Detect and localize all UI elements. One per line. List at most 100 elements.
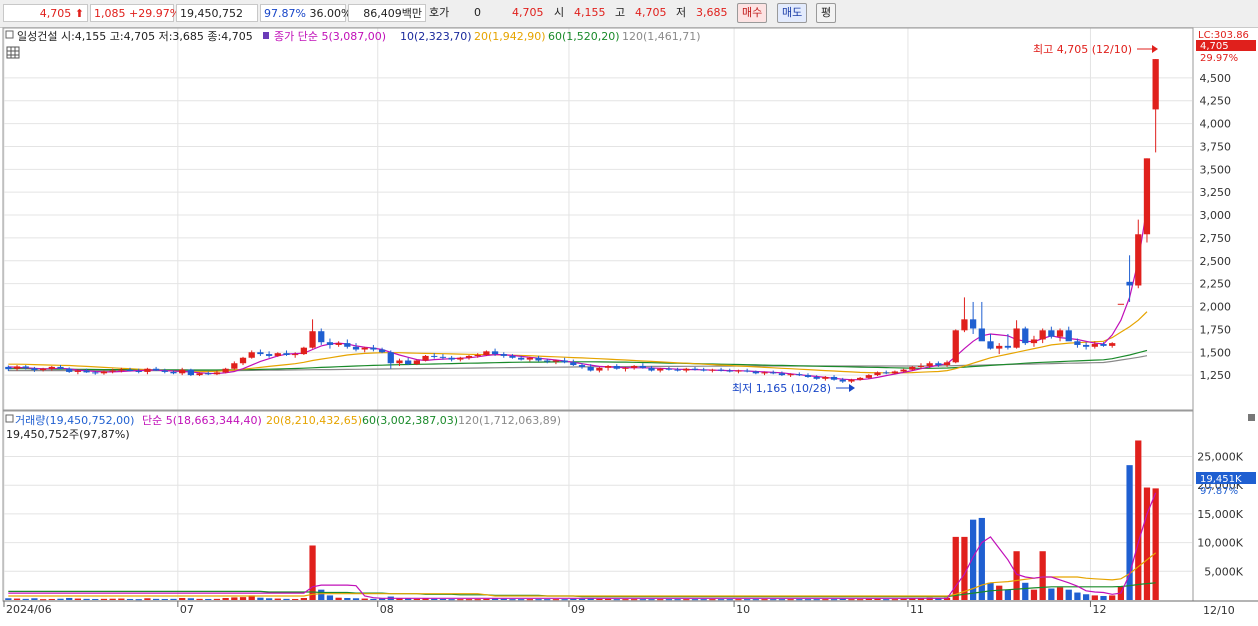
candle-body [361,347,368,350]
candle-body [292,354,299,356]
candle-body [352,346,360,350]
candle-body [205,373,212,375]
buy-button[interactable]: 매수 [737,3,768,23]
volume-bar [770,599,777,601]
stock-chart[interactable]: 1,250 1,500 1,750 2,000 2,250 2,500 2,750 3,000… [0,27,1258,623]
candle-body [917,365,925,367]
flat-button[interactable]: 평 [816,3,837,23]
volume-bar [439,598,447,600]
price-tick-label: 2,250 [1200,278,1232,291]
candle-body [578,365,586,367]
volume-bar [778,599,786,601]
candle-body [1048,330,1055,337]
volume-ratio: 97.87% [264,7,306,20]
price-legend-ma10: 10(2,323,70) [400,30,472,43]
candle-body [144,368,151,372]
candle-body [900,369,907,372]
volume-bar [839,598,846,600]
candle-body [613,365,620,369]
right-arrow-icon [836,384,855,392]
price-tick-label: 3,250 [1200,186,1232,199]
candle-body [883,372,890,374]
table-view-icon[interactable] [6,46,20,59]
x-tick-label: 10 [736,603,750,616]
high-value: 4,705 [635,6,667,19]
candle-body [126,369,134,372]
candle-body [300,347,307,355]
volume-bar [761,599,768,601]
candle-body [265,354,273,356]
volume-bar [352,598,360,600]
candle-body [552,360,560,362]
candle-body [891,371,899,374]
candle-body [961,319,968,331]
volume-bar [1048,588,1055,600]
price-tick-label: 1,250 [1200,369,1232,382]
volume-bar [361,598,368,600]
x-axis: 2024/06 07 08 09 10 11 12 [3,601,1106,616]
volume-bar [135,599,142,601]
last-price-tag: 4,705 [1200,41,1229,52]
hoga-label: 호가 [429,6,450,19]
candle-body [74,370,82,372]
candle-body [587,366,594,371]
candle-body [622,367,629,369]
volume-bar [952,536,959,600]
candle-body [231,363,238,369]
candle-body [1030,339,1038,344]
candle-body [752,371,759,374]
panel-menu-icon[interactable] [5,30,14,39]
candle-body [1065,330,1072,342]
candle-body [848,379,855,382]
volume-bar [1013,551,1020,600]
candle-body [13,366,21,369]
volume-bar [1056,587,1064,600]
price-tick-label: 4,000 [1200,118,1232,131]
volume-bar [144,598,151,600]
volume-bar [1109,595,1116,600]
x-tick-label: 2024/06 [6,603,52,616]
volume-bar [848,599,855,601]
volume-bar [830,599,838,601]
volume-tick-label: 10,000K [1197,537,1243,550]
volume-bar [74,598,82,600]
volume-bar [231,597,238,600]
candle-body [657,368,664,371]
volume-bar [518,599,525,601]
candle-body [822,376,829,379]
volume-bar [239,597,247,600]
volume-legend-ma60: 60(3,002,387,03) [362,414,458,427]
ma5-line [8,207,1148,381]
price-tick-label: 3,000 [1200,209,1232,222]
open-label: 시 [554,6,565,19]
turnover-percent: 36.00% [309,7,352,20]
volume-bar [1004,589,1012,600]
volume-bar [448,599,455,601]
open-value: 4,155 [574,6,606,19]
candle-body [370,347,377,350]
volume-bar [370,598,377,600]
price-tick-label: 1,750 [1200,323,1232,336]
volume-legend-ma120: 120(1,712,063,89) [458,414,561,427]
volume-bar [465,599,473,601]
volume-menu-icon[interactable] [5,414,14,423]
candle-body [665,368,673,370]
candle-body [161,370,168,372]
sell-button[interactable]: 매도 [777,3,808,23]
candle-body [796,374,803,376]
candle-body [874,372,881,376]
volume-bar [865,598,872,600]
volume-bar [813,599,820,601]
low-value: 3,685 [696,6,728,19]
volume-bar [66,597,73,600]
panel-collapse-icon[interactable] [1248,414,1255,421]
candle-body [943,362,951,366]
volume-tick-label: 5,000K [1204,565,1243,578]
candle-body [335,343,342,345]
candle-body [909,366,916,370]
candle-body [152,368,160,371]
candle-body [1100,344,1107,346]
volume-bar [300,597,307,600]
candle-body [422,355,429,361]
candle-body [283,353,290,356]
